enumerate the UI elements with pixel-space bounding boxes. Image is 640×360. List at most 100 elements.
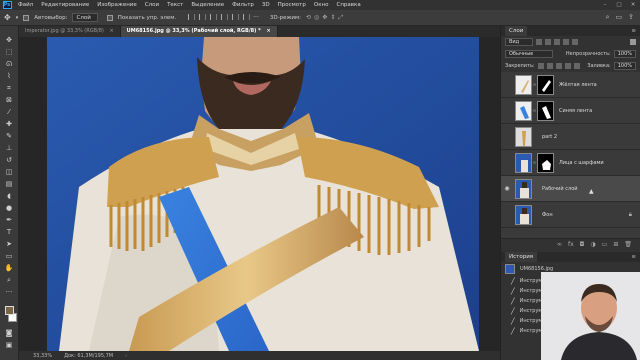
- menu-file[interactable]: Файл: [14, 2, 37, 8]
- link-layers-icon[interactable]: ∞: [557, 241, 562, 248]
- history-brush-tool-icon[interactable]: ↺: [3, 156, 16, 165]
- menu-select[interactable]: Выделение: [187, 2, 228, 8]
- autoselect-checkbox[interactable]: [23, 14, 30, 21]
- menu-window[interactable]: Окно: [310, 2, 333, 8]
- layer-name[interactable]: Синяя лента: [559, 108, 592, 114]
- scale-3d-icon[interactable]: ⤢: [338, 14, 343, 22]
- share-icon[interactable]: ⇪: [628, 13, 634, 22]
- history-tab[interactable]: История: [505, 252, 538, 262]
- autoselect-dropdown[interactable]: Слой: [72, 13, 98, 22]
- maximize-button[interactable]: □: [612, 2, 626, 8]
- gradient-tool-icon[interactable]: ▤: [3, 180, 16, 189]
- hand-tool-icon[interactable]: ✋: [3, 264, 16, 273]
- layer-row[interactable]: Фон 🔒︎: [501, 202, 640, 228]
- quick-mask-icon[interactable]: ◙: [3, 329, 16, 338]
- layer-row[interactable]: ∞ Синяя лента: [501, 98, 640, 124]
- menu-view[interactable]: Просмотр: [274, 2, 310, 8]
- move-tool-icon[interactable]: ✥: [3, 36, 16, 45]
- menu-type[interactable]: Текст: [163, 2, 187, 8]
- eraser-tool-icon[interactable]: ◫: [3, 168, 16, 177]
- frame-tool-icon[interactable]: ⊠: [3, 96, 16, 105]
- align-top-icon[interactable]: [221, 14, 229, 20]
- blend-mode-dropdown[interactable]: Обычные: [505, 50, 553, 58]
- status-arrow-icon[interactable]: ›: [125, 353, 127, 359]
- lock-artboard-icon[interactable]: [564, 63, 571, 69]
- menu-image[interactable]: Изображение: [93, 2, 141, 8]
- lock-position-icon[interactable]: [555, 63, 562, 69]
- menu-filter[interactable]: Фильтр: [228, 2, 258, 8]
- new-group-icon[interactable]: ▭: [602, 241, 608, 248]
- eyedropper-tool-icon[interactable]: ⁄: [3, 108, 16, 117]
- layer-name[interactable]: Жёлтая лента: [559, 82, 597, 88]
- filter-smart-icon[interactable]: [572, 39, 578, 45]
- layer-row[interactable]: ∞ Лица с шарфами: [501, 150, 640, 176]
- menu-layers[interactable]: Слои: [141, 2, 163, 8]
- filter-adjust-icon[interactable]: [545, 39, 551, 45]
- layer-name[interactable]: Фон: [542, 212, 553, 218]
- zoom-level[interactable]: 33,33%: [33, 353, 52, 359]
- move-tool-icon[interactable]: ✥: [4, 13, 11, 22]
- layers-tab[interactable]: Слои: [505, 26, 528, 36]
- layer-mask-thumbnail[interactable]: [537, 100, 554, 121]
- align-middle-icon[interactable]: [232, 14, 240, 20]
- lock-all-icon[interactable]: [573, 63, 580, 69]
- tab-um68156[interactable]: UM68156.jpg @ 33,3% (Рабочий слой, RGB/8…: [120, 26, 278, 37]
- layer-name[interactable]: part 2: [542, 134, 557, 140]
- show-controls-checkbox[interactable]: [106, 14, 113, 21]
- quick-select-tool-icon[interactable]: ⌇: [3, 72, 16, 81]
- filter-pixel-icon[interactable]: [536, 39, 542, 45]
- align-center-icon[interactable]: [199, 14, 207, 20]
- close-tab-icon[interactable]: ×: [109, 28, 113, 34]
- document-canvas[interactable]: [19, 37, 500, 351]
- type-tool-icon[interactable]: T: [3, 228, 16, 237]
- marquee-tool-icon[interactable]: ⬚: [3, 48, 16, 57]
- healing-brush-tool-icon[interactable]: ✚: [3, 120, 16, 129]
- menu-help[interactable]: Справка: [332, 2, 364, 8]
- filter-kind-dropdown[interactable]: Вид: [505, 38, 533, 46]
- filter-toggle-icon[interactable]: [630, 39, 636, 45]
- layer-name[interactable]: Лица с шарфами: [559, 160, 604, 166]
- filter-type-icon[interactable]: [554, 39, 560, 45]
- filter-shape-icon[interactable]: [563, 39, 569, 45]
- panel-menu-icon[interactable]: ≡: [631, 252, 640, 262]
- new-layer-icon[interactable]: ⊞: [613, 241, 618, 248]
- align-left-icon[interactable]: [188, 14, 196, 20]
- tool-preset-chevron-icon[interactable]: ▾: [16, 15, 19, 21]
- align-right-icon[interactable]: [210, 14, 218, 20]
- layer-row-selected[interactable]: ◉ Рабочий слой ▲: [501, 176, 640, 202]
- opacity-field[interactable]: 100%: [613, 50, 636, 58]
- close-window-button[interactable]: ✕: [626, 2, 640, 8]
- dodge-tool-icon[interactable]: ●: [3, 204, 16, 213]
- minimize-button[interactable]: –: [598, 2, 612, 8]
- drag-3d-icon[interactable]: ✥: [322, 14, 327, 22]
- search-icon[interactable]: ⌕: [606, 13, 610, 22]
- fill-field[interactable]: 100%: [613, 62, 636, 70]
- layer-mask-thumbnail[interactable]: [537, 152, 554, 173]
- screen-mode-icon[interactable]: ▣: [3, 341, 16, 350]
- orbit-3d-icon[interactable]: ⟲: [306, 14, 311, 22]
- more-options-icon[interactable]: ···: [253, 14, 259, 21]
- menu-edit[interactable]: Редактирование: [37, 2, 93, 8]
- adjustment-layer-icon[interactable]: ◑: [590, 241, 595, 248]
- lasso-tool-icon[interactable]: ᘏ: [3, 60, 16, 69]
- tab-imperator[interactable]: Imperator.jpg @ 33,3% (RGB/8) ×: [19, 26, 121, 37]
- eye-icon[interactable]: ◉: [501, 185, 513, 192]
- lock-transparent-icon[interactable]: [537, 63, 544, 69]
- slide-3d-icon[interactable]: ⇕: [330, 14, 335, 22]
- more-tools-icon[interactable]: ···: [3, 288, 16, 297]
- close-tab-icon[interactable]: ×: [267, 28, 271, 34]
- layer-name[interactable]: Рабочий слой: [542, 186, 578, 192]
- add-mask-icon[interactable]: ◘: [580, 241, 585, 248]
- workspace-icon[interactable]: ▭: [616, 13, 623, 22]
- layer-row[interactable]: part 2: [501, 124, 640, 150]
- layer-row[interactable]: ∞ Жёлтая лента: [501, 72, 640, 98]
- pen-tool-icon[interactable]: ✒: [3, 216, 16, 225]
- layer-style-icon[interactable]: fx: [568, 241, 574, 248]
- roll-3d-icon[interactable]: ◎: [314, 14, 319, 22]
- clone-stamp-tool-icon[interactable]: ⊥: [3, 144, 16, 153]
- menu-3d[interactable]: 3D: [258, 2, 274, 8]
- path-select-tool-icon[interactable]: ➤: [3, 240, 16, 249]
- layer-mask-thumbnail[interactable]: [537, 74, 554, 95]
- brush-tool-icon[interactable]: ✎: [3, 132, 16, 141]
- zoom-tool-icon[interactable]: ⌕: [3, 276, 16, 285]
